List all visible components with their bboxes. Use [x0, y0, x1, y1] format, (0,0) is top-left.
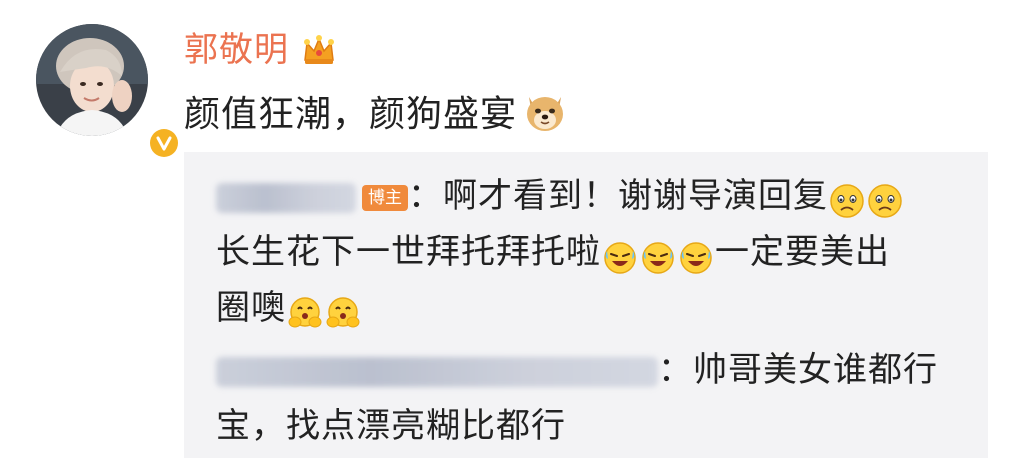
username-link[interactable]: 郭敬明	[184, 26, 289, 74]
reply-text: 长生花下一世拜托拜托啦	[216, 232, 601, 272]
reply-line: 博主 ：啊才看到！谢谢导演回复	[216, 168, 904, 224]
avatar-photo	[36, 24, 148, 136]
reply-line: 圈噢	[216, 280, 904, 336]
reply-line: ：帅哥美女谁都行	[216, 342, 938, 398]
user-avatar[interactable]	[36, 24, 181, 160]
crown-icon	[299, 30, 339, 70]
reply-text: 宝，找点漂亮糊比都行	[216, 406, 566, 446]
doge-emoji-icon	[521, 87, 569, 135]
reply-author-blurred[interactable]	[216, 182, 356, 213]
sad-face-emoji-icon	[829, 180, 865, 218]
reply-text: 圈噢	[216, 288, 286, 328]
replies-panel: 博主 ：啊才看到！谢谢导演回复 长生花下一世拜托拜托啦 一定要美出 圈噢 ：帅哥美女…	[184, 152, 988, 458]
reply-text: ：帅哥美女谁都行	[658, 350, 938, 390]
hug-emoji-icon	[325, 292, 361, 328]
reply-text: ：啊才看到！谢谢导演回复	[408, 176, 828, 216]
laugh-cry-emoji-icon	[678, 236, 714, 274]
reply-item: 博主 ：啊才看到！谢谢导演回复 长生花下一世拜托拜托啦 一定要美出 圈噢	[216, 168, 904, 336]
reply-item: ：帅哥美女谁都行 宝，找点漂亮糊比都行	[216, 342, 938, 454]
host-badge: 博主	[362, 184, 408, 211]
reply-text: 一定要美出	[715, 232, 890, 272]
laugh-cry-emoji-icon	[640, 236, 676, 274]
post-content: 颜值狂潮，颜狗盛宴	[184, 83, 569, 139]
hug-emoji-icon	[287, 292, 323, 328]
verified-v-icon	[147, 126, 181, 160]
reply-line: 长生花下一世拜托拜托啦 一定要美出	[216, 224, 904, 280]
post-header: 郭敬明	[184, 26, 339, 74]
sad-face-emoji-icon	[867, 180, 903, 218]
post-text: 颜值狂潮，颜狗盛宴	[184, 94, 518, 135]
reply-line: 宝，找点漂亮糊比都行	[216, 398, 938, 454]
laugh-cry-emoji-icon	[602, 236, 638, 274]
reply-author-blurred[interactable]	[216, 356, 658, 387]
